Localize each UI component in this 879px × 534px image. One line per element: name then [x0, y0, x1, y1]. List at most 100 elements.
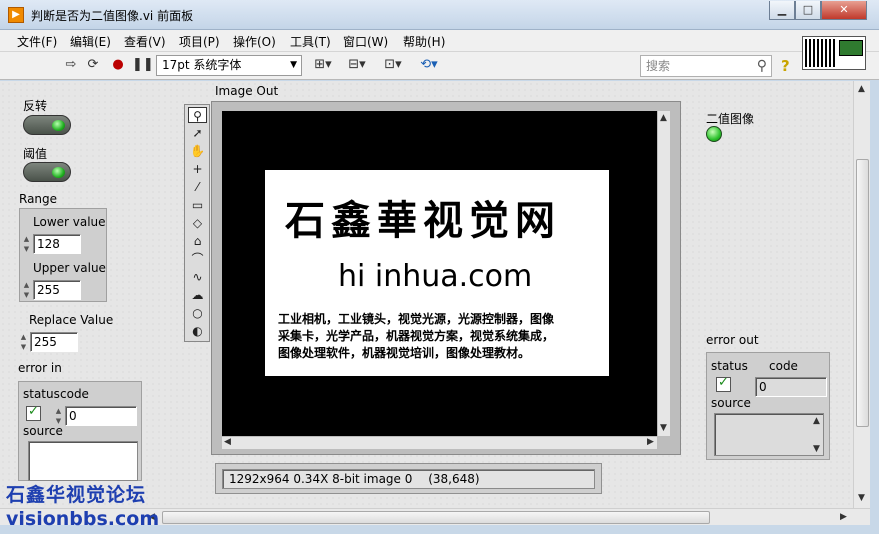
replace-value-field[interactable]: 255: [30, 332, 78, 352]
scroll-right-icon[interactable]: ▶: [647, 437, 654, 447]
led-icon: [52, 120, 65, 131]
panel-vertical-scrollbar[interactable]: ▲ ▼: [853, 81, 870, 508]
spinner-icon: [743, 377, 754, 397]
scroll-up-icon: ▲: [813, 416, 820, 426]
description-line: 图像处理软件，机器视觉培训，图像处理教材。: [278, 346, 531, 360]
checkmark-icon: ✓: [718, 375, 729, 390]
tools-palette: ⚲ ➚ ✋ + ⁄ ▭ ◇ ⌂ ⌒ ∿ ☁ ○ ◐: [184, 104, 210, 342]
scroll-down-icon[interactable]: ▼: [858, 493, 865, 503]
error-in-code-label: code: [60, 387, 89, 401]
menu-operate[interactable]: 操作(O): [233, 33, 276, 50]
maximize-button[interactable]: □: [795, 1, 821, 20]
point-tool-icon[interactable]: +: [188, 161, 207, 177]
chevron-down-icon: ▼: [290, 60, 297, 70]
run-icon[interactable]: ⇨: [63, 57, 79, 73]
font-select-value: 17pt 系统字体: [162, 58, 242, 72]
error-out-source-field: ▲ ▼: [714, 413, 824, 456]
error-in-source-label: source: [23, 424, 63, 438]
scroll-right-icon[interactable]: ▶: [840, 512, 847, 522]
error-out-status-label: status: [711, 359, 748, 373]
image-info: 1292x964 0.34X 8-bit image 0 (38,648): [222, 469, 595, 489]
polygon-tool-icon[interactable]: ⌂: [188, 233, 207, 249]
line-tool-icon[interactable]: ⁄: [188, 179, 207, 195]
menu-tools[interactable]: 工具(T): [290, 33, 331, 50]
search-placeholder: 搜索: [646, 59, 671, 73]
checkmark-icon: ✓: [28, 404, 39, 419]
calligraphy-text: 石鑫華视觉网: [285, 197, 561, 244]
image-horizontal-scrollbar[interactable]: ◀ ▶: [222, 437, 657, 449]
resize-objects-icon[interactable]: ⊡▾: [382, 57, 404, 73]
menu-window[interactable]: 窗口(W): [343, 33, 388, 50]
menu-bar: 文件(F) 编辑(E) 查看(V) 项目(P) 操作(O) 工具(T) 窗口(W…: [0, 30, 879, 52]
spinner-icon[interactable]: ▲ ▼: [21, 280, 32, 300]
menu-file[interactable]: 文件(F): [17, 33, 57, 50]
scroll-down-icon: ▼: [813, 444, 820, 454]
upper-value-field[interactable]: 255: [33, 280, 81, 300]
align-objects-icon[interactable]: ⊞▾: [312, 57, 334, 73]
zoom-tool-icon[interactable]: ⚲: [188, 107, 207, 123]
rotated-rectangle-tool-icon[interactable]: ◇: [188, 215, 207, 231]
invert-label: 反转: [23, 99, 48, 113]
spinner-icon[interactable]: ▲ ▼: [18, 332, 29, 352]
search-icon[interactable]: ⚲: [757, 56, 767, 76]
error-out-status-checkbox: ✓: [716, 375, 731, 392]
context-help-icon[interactable]: ?: [781, 57, 790, 75]
scroll-thumb[interactable]: [856, 159, 869, 427]
pause-icon[interactable]: ❚❚: [132, 57, 154, 73]
font-select[interactable]: 17pt 系统字体 ▼: [156, 55, 302, 76]
watermark-url: visionbbs.com: [6, 508, 160, 530]
invert-toggle[interactable]: [23, 115, 71, 135]
menu-help[interactable]: 帮助(H): [403, 33, 445, 50]
oval-tool-icon[interactable]: ○: [188, 305, 207, 321]
error-out-label: error out: [706, 333, 759, 347]
lower-value-field[interactable]: 128: [33, 234, 81, 254]
error-in-source-field[interactable]: [28, 441, 138, 481]
led-icon: [52, 167, 65, 178]
error-in-status-label: status: [23, 387, 60, 401]
image-vertical-scrollbar[interactable]: ▲ ▼: [658, 111, 670, 436]
lower-value-label: Lower value: [33, 215, 106, 229]
run-continuously-icon[interactable]: ⟳: [85, 57, 101, 73]
description-text: 工业相机，工业镜头，视觉光源，光源控制器，图像 采集卡，光学产品，机器视觉方案，…: [278, 311, 598, 362]
cursor-coordinates: (38,648): [428, 472, 480, 486]
pan-tool-icon[interactable]: ✋: [188, 143, 207, 159]
error-in-label: error in: [18, 361, 62, 375]
abort-icon[interactable]: ●: [110, 57, 126, 73]
menu-edit[interactable]: 编辑(E): [70, 33, 111, 50]
selection-tool-icon[interactable]: ➚: [188, 125, 207, 141]
binary-image-label: 二值图像: [706, 112, 755, 126]
url-text: hi inhua.com: [338, 259, 533, 294]
error-in-code-field[interactable]: 0: [65, 406, 137, 426]
menu-view[interactable]: 查看(V): [124, 33, 166, 50]
range-label: Range: [19, 192, 58, 206]
broken-line-tool-icon[interactable]: ⌒: [188, 251, 207, 267]
annulus-tool-icon[interactable]: ◐: [188, 323, 207, 339]
scroll-left-icon[interactable]: ◀: [224, 437, 231, 447]
watermark-forum-name: 石鑫华视觉论坛: [6, 484, 147, 506]
scroll-thumb[interactable]: [162, 511, 710, 524]
freehand-region-tool-icon[interactable]: ☁: [188, 287, 207, 303]
threshold-toggle[interactable]: [23, 162, 71, 182]
scroll-up-icon[interactable]: ▲: [660, 113, 667, 123]
rectangle-tool-icon[interactable]: ▭: [188, 197, 207, 213]
scroll-down-icon[interactable]: ▼: [660, 423, 667, 433]
close-button[interactable]: ✕: [821, 1, 867, 20]
image-info-text: 1292x964 0.34X 8-bit image 0: [229, 472, 413, 486]
reorder-icon[interactable]: ⟲▾: [418, 57, 440, 73]
connector-pane-icon: [805, 39, 835, 67]
window-title: 判断是否为二值图像.vi 前面板: [31, 9, 194, 23]
scroll-up-icon[interactable]: ▲: [858, 84, 865, 94]
search-input[interactable]: 搜索 ⚲: [640, 55, 772, 77]
spinner-icon[interactable]: ▲ ▼: [21, 234, 32, 254]
title-bar: ▶ 判断是否为二值图像.vi 前面板 ▁ □ ✕: [0, 0, 879, 30]
menu-project[interactable]: 项目(P): [179, 33, 220, 50]
description-line: 工业相机，工业镜头，视觉光源，光源控制器，图像: [278, 312, 555, 326]
error-out-code-field: 0: [755, 377, 827, 397]
spinner-icon[interactable]: ▲ ▼: [53, 406, 64, 426]
labview-app-icon: ▶: [8, 7, 24, 23]
error-out-source-label: source: [711, 396, 751, 410]
distribute-objects-icon[interactable]: ⊟▾: [346, 57, 368, 73]
freehand-tool-icon[interactable]: ∿: [188, 269, 207, 285]
error-in-status-checkbox[interactable]: ✓: [26, 404, 41, 421]
minimize-button[interactable]: ▁: [769, 1, 795, 20]
